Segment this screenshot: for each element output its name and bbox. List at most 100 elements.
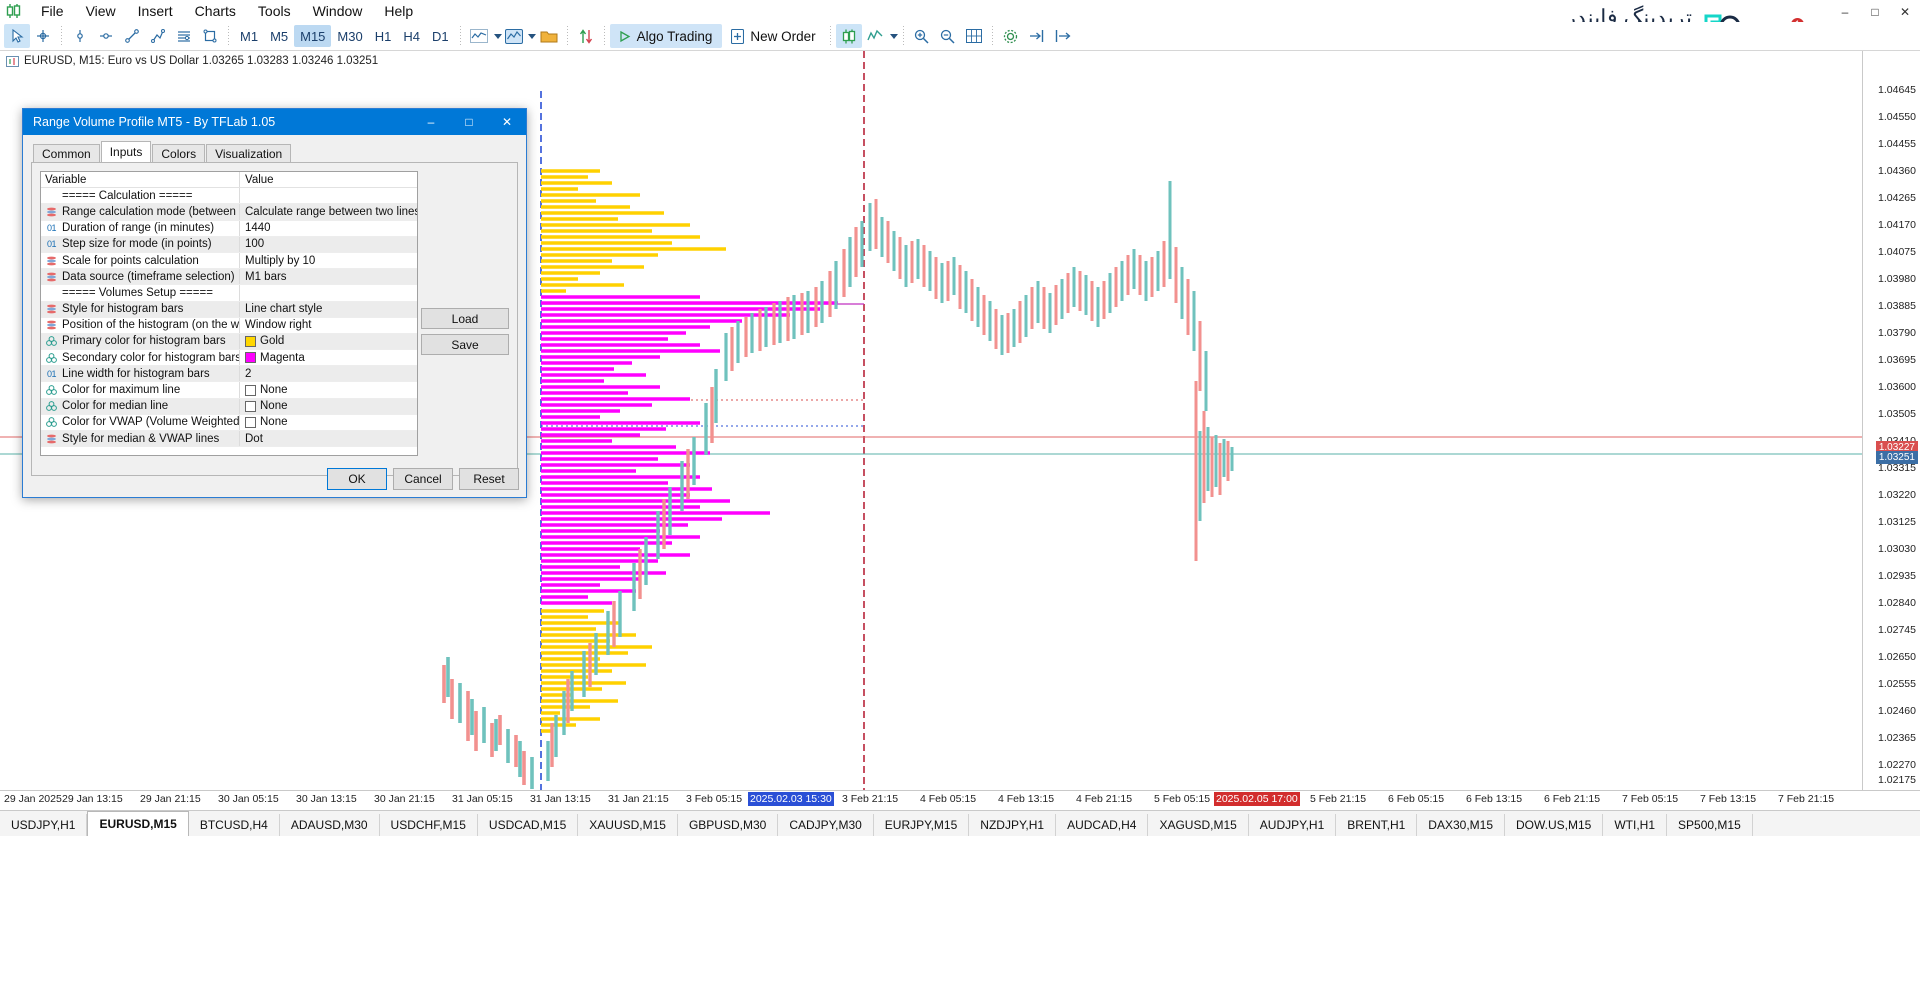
- timeframe-d1[interactable]: D1: [426, 25, 455, 47]
- table-row[interactable]: Position of the histogram (on the window…: [41, 318, 417, 334]
- reset-button[interactable]: Reset: [459, 468, 519, 490]
- dialog-title-bar[interactable]: Range Volume Profile MT5 - By TFLab 1.05…: [23, 109, 526, 135]
- price-tick: 1.03600: [1878, 381, 1916, 393]
- window-minimize-button[interactable]: –: [1830, 0, 1860, 24]
- save-button[interactable]: Save: [421, 334, 509, 355]
- symbol-tab-wti-h1[interactable]: WTI,H1: [1603, 814, 1667, 836]
- window-controls: – □ ✕: [1830, 0, 1920, 24]
- inputs-parameter-grid[interactable]: Variable Value ===== Calculation ===== R…: [40, 171, 418, 456]
- cursor-arrow-icon[interactable]: [4, 24, 30, 48]
- enum-icon: [45, 320, 58, 331]
- tab-colors[interactable]: Colors: [152, 144, 205, 163]
- gear-icon[interactable]: [998, 24, 1024, 48]
- dialog-minimize-button[interactable]: –: [412, 109, 450, 135]
- indicators-dropdown-caret-icon[interactable]: [494, 34, 502, 39]
- symbol-tab-audjpy-h1[interactable]: AUDJPY,H1: [1249, 814, 1336, 836]
- symbol-tab-usdchf-m15[interactable]: USDCHF,M15: [380, 814, 478, 836]
- menu-item-view[interactable]: View: [75, 1, 127, 21]
- symbol-tab-dowus-m15[interactable]: DOW.US,M15: [1505, 814, 1603, 836]
- new-order-button[interactable]: New Order: [722, 24, 824, 48]
- zoom-out-icon[interactable]: [935, 24, 961, 48]
- symbol-tab-nzdjpy-h1[interactable]: NZDJPY,H1: [969, 814, 1056, 836]
- timeframe-m15[interactable]: M15: [294, 25, 331, 47]
- symbol-tab-eurusd-m15[interactable]: EURUSD,M15: [87, 811, 188, 836]
- table-row[interactable]: Data source (timeframe selection) M1 bar…: [41, 269, 417, 285]
- chart-shift-icon[interactable]: [1024, 24, 1050, 48]
- symbol-tab-sp500-m15[interactable]: SP500,M15: [1667, 814, 1753, 836]
- tab-common[interactable]: Common: [33, 144, 100, 163]
- templates-icon[interactable]: [502, 24, 526, 48]
- symbol-tab-usdcad-m15[interactable]: USDCAD,M15: [478, 814, 578, 836]
- table-row[interactable]: Style for histogram bars Line chart styl…: [41, 302, 417, 318]
- timeframe-h1[interactable]: H1: [369, 25, 398, 47]
- symbol-tab-btcusd-h4[interactable]: BTCUSD,H4: [189, 814, 280, 836]
- open-folder-icon[interactable]: [536, 24, 562, 48]
- table-row[interactable]: Color for maximum line None: [41, 382, 417, 398]
- table-row[interactable]: ===== Volumes Setup =====: [41, 285, 417, 301]
- horizontal-line-icon[interactable]: [93, 24, 119, 48]
- price-tick: 1.04455: [1878, 138, 1916, 150]
- trendline-icon[interactable]: [119, 24, 145, 48]
- table-row[interactable]: 01Line width for histogram bars 2: [41, 366, 417, 382]
- color-icon: [45, 401, 58, 412]
- table-row[interactable]: 01Duration of range (in minutes) 1440: [41, 221, 417, 237]
- menu-item-insert[interactable]: Insert: [127, 1, 184, 21]
- fibonacci-icon[interactable]: [171, 24, 197, 48]
- symbol-tab-xagusd-m15[interactable]: XAGUSD,M15: [1148, 814, 1248, 836]
- price-axis[interactable]: 1.04645 1.04550 1.04455 1.04360 1.04265 …: [1862, 51, 1920, 791]
- zigzag-dropdown-caret-icon[interactable]: [890, 34, 898, 39]
- table-row[interactable]: 01Step size for mode (in points) 100: [41, 237, 417, 253]
- chart-grid-icon[interactable]: [961, 24, 987, 48]
- dialog-maximize-button[interactable]: □: [450, 109, 488, 135]
- symbol-tab-cadjpy-m30[interactable]: CADJPY,M30: [778, 814, 873, 836]
- indicators-line-icon[interactable]: [466, 24, 492, 48]
- dialog-close-button[interactable]: ✕: [488, 109, 526, 135]
- symbol-tab-eurjpy-m15[interactable]: EURJPY,M15: [874, 814, 969, 836]
- time-axis[interactable]: 29 Jan 2025 29 Jan 13:15 29 Jan 21:15 30…: [0, 790, 1920, 808]
- table-row[interactable]: Secondary color for histogram bars Magen…: [41, 350, 417, 366]
- symbol-tab-xauusd-m15[interactable]: XAUUSD,M15: [578, 814, 678, 836]
- window-close-button[interactable]: ✕: [1890, 0, 1920, 24]
- symbol-tab-dax30-m15[interactable]: DAX30,M15: [1417, 814, 1505, 836]
- time-tick-selected-start: 2025.02.03 15:30: [748, 792, 834, 806]
- menu-item-help[interactable]: Help: [373, 1, 424, 21]
- symbol-tab-adausd-m30[interactable]: ADAUSD,M30: [280, 814, 380, 836]
- table-row[interactable]: Scale for points calculation Multiply by…: [41, 253, 417, 269]
- algo-trading-button[interactable]: Algo Trading: [610, 24, 723, 48]
- table-row[interactable]: Color for median line None: [41, 399, 417, 415]
- window-maximize-button[interactable]: □: [1860, 0, 1890, 24]
- timeframe-m30[interactable]: M30: [331, 25, 368, 47]
- table-row[interactable]: ===== Calculation =====: [41, 188, 417, 204]
- zigzag-indicator-icon[interactable]: [862, 24, 888, 48]
- vertical-line-icon[interactable]: [67, 24, 93, 48]
- up-down-arrows-icon[interactable]: [573, 24, 599, 48]
- tab-visualization[interactable]: Visualization: [206, 144, 291, 163]
- cancel-button[interactable]: Cancel: [393, 468, 453, 490]
- menu-item-file[interactable]: File: [30, 1, 75, 21]
- load-button[interactable]: Load: [421, 308, 509, 329]
- candlestick-chart-icon[interactable]: [836, 24, 862, 48]
- table-row[interactable]: Color for VWAP (Volume Weighted Aver… No…: [41, 415, 417, 431]
- timeframe-h4[interactable]: H4: [397, 25, 426, 47]
- table-row[interactable]: Primary color for histogram bars Gold: [41, 334, 417, 350]
- menu-item-tools[interactable]: Tools: [247, 1, 302, 21]
- ok-button[interactable]: OK: [327, 468, 387, 490]
- zoom-in-icon[interactable]: [909, 24, 935, 48]
- symbol-tab-usdjpy-h1[interactable]: USDJPY,H1: [0, 814, 87, 836]
- table-row[interactable]: Style for median & VWAP lines Dot: [41, 431, 417, 447]
- crosshair-icon[interactable]: [30, 24, 56, 48]
- shapes-icon[interactable]: [197, 24, 223, 48]
- menu-item-window[interactable]: Window: [302, 1, 374, 21]
- table-row[interactable]: Range calculation mode (between lines … …: [41, 204, 417, 220]
- symbol-tab-brent-h1[interactable]: BRENT,H1: [1336, 814, 1417, 836]
- tab-inputs[interactable]: Inputs: [101, 141, 152, 163]
- symbol-tab-audcad-h4[interactable]: AUDCAD,H4: [1056, 814, 1148, 836]
- templates-dropdown-caret-icon[interactable]: [528, 34, 536, 39]
- symbol-tab-gbpusd-m30[interactable]: GBPUSD,M30: [678, 814, 778, 836]
- timeframe-m5[interactable]: M5: [264, 25, 294, 47]
- polyline-icon[interactable]: [145, 24, 171, 48]
- price-tick: 1.02365: [1878, 732, 1916, 744]
- timeframe-m1[interactable]: M1: [234, 25, 264, 47]
- menu-item-charts[interactable]: Charts: [184, 1, 247, 21]
- auto-scroll-icon[interactable]: [1050, 24, 1076, 48]
